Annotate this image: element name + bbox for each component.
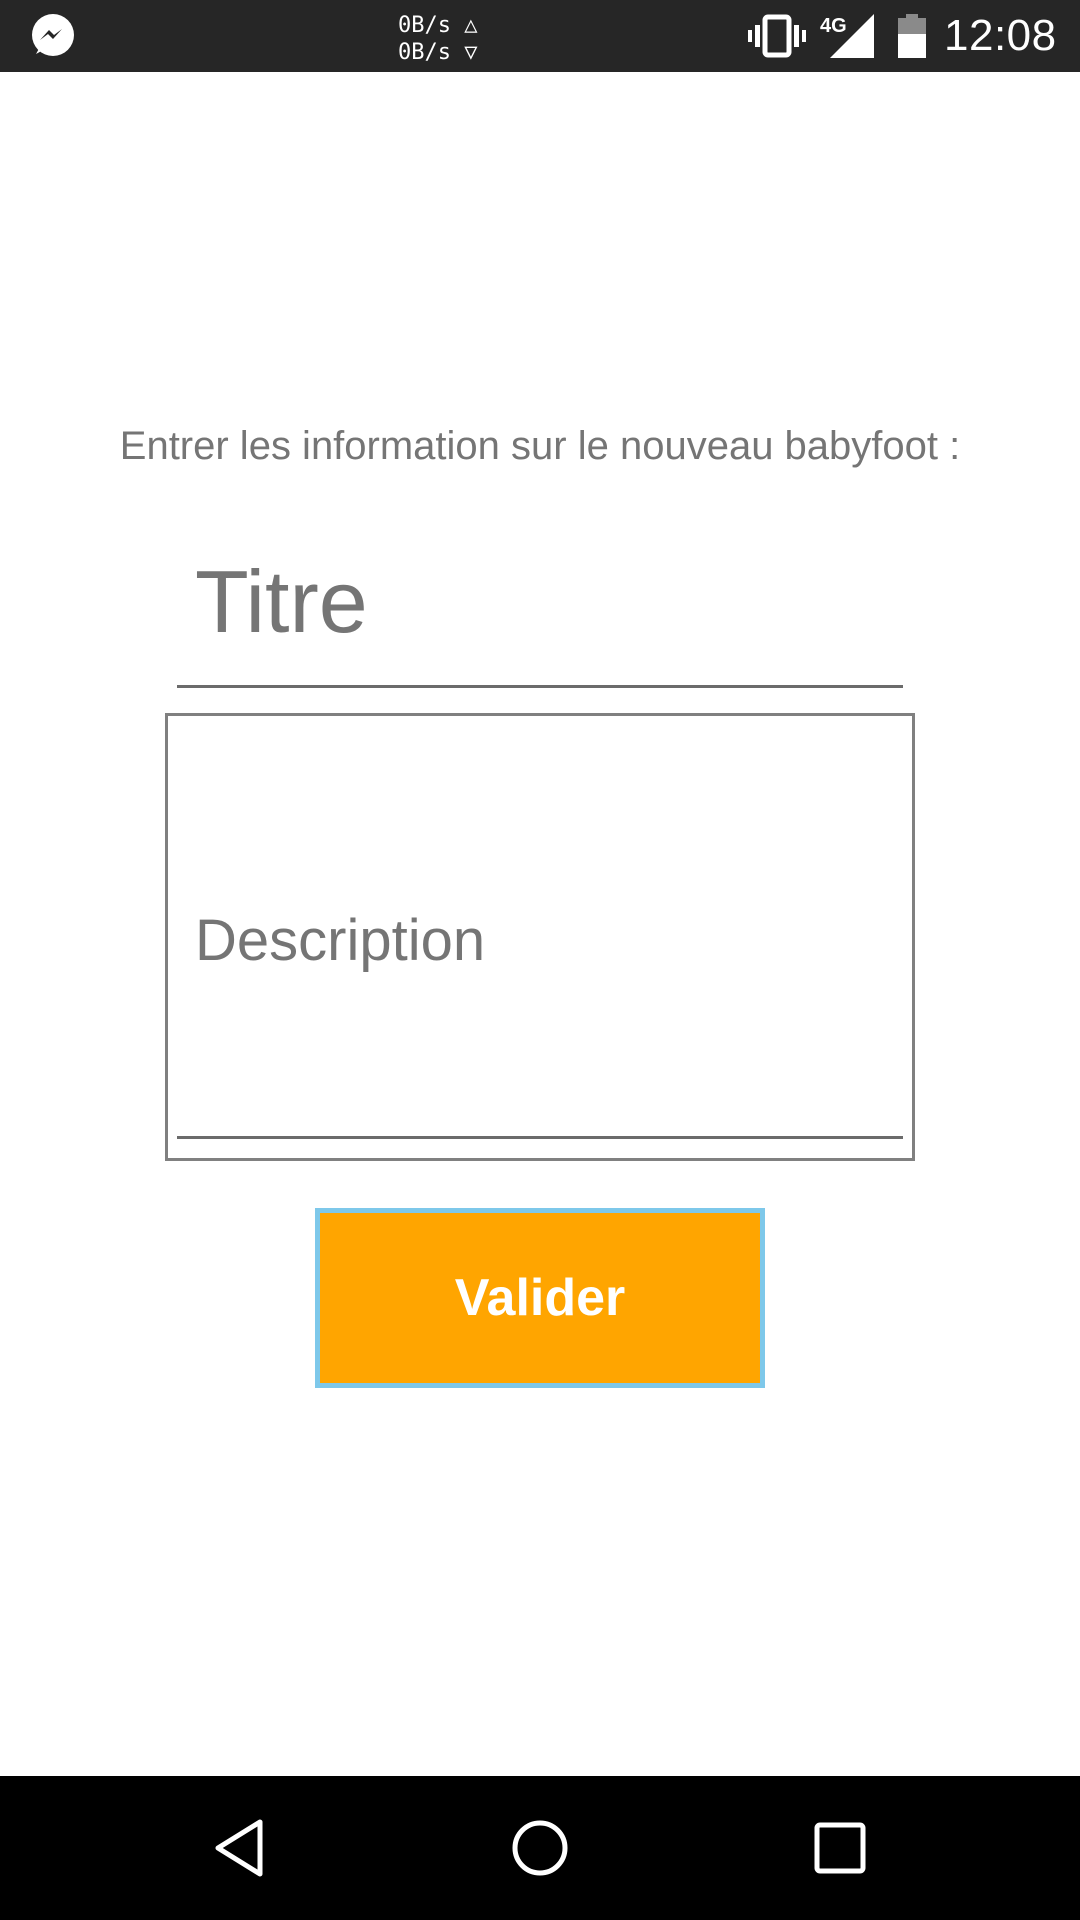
description-placeholder: Description xyxy=(195,908,486,973)
submit-button[interactable]: Valider xyxy=(315,1208,765,1388)
navigation-bar xyxy=(0,1776,1080,1920)
description-input[interactable]: Description xyxy=(177,713,903,1139)
back-icon[interactable] xyxy=(204,1812,276,1884)
signal-4g-icon: 4G xyxy=(820,14,874,58)
network-speed: 0B/s △ 0B/s ▽ xyxy=(398,12,478,66)
recent-apps-icon[interactable] xyxy=(804,1812,876,1884)
instruction-text: Entrer les information sur le nouveau ba… xyxy=(119,424,961,468)
battery-icon xyxy=(898,14,926,58)
vibrate-icon xyxy=(748,14,806,58)
title-placeholder: Titre xyxy=(195,552,368,651)
title-underline xyxy=(177,685,903,688)
download-speed: 0B/s ▽ xyxy=(398,40,478,65)
status-bar: 0B/s △ 0B/s ▽ 4G 12:08 xyxy=(0,0,1080,72)
home-icon[interactable] xyxy=(504,1812,576,1884)
upload-speed: 0B/s △ xyxy=(398,13,478,38)
clock: 12:08 xyxy=(944,11,1057,60)
title-input[interactable]: Titre xyxy=(177,542,903,688)
description-underline xyxy=(177,1136,903,1139)
network-type-label: 4G xyxy=(820,15,847,37)
messenger-icon xyxy=(32,14,74,56)
